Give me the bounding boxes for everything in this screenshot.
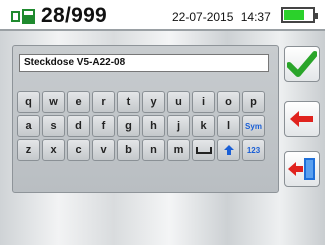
- text-input-field[interactable]: Steckdose V5-A22-08: [19, 54, 269, 72]
- confirm-button[interactable]: [284, 46, 320, 82]
- space-icon: [195, 147, 212, 154]
- key-shift[interactable]: [217, 139, 240, 161]
- key-e[interactable]: e: [67, 91, 90, 113]
- battery-fill: [284, 10, 304, 20]
- key-w[interactable]: w: [42, 91, 65, 113]
- status-bar: 28/999 22-07-2015 14:37: [0, 0, 325, 31]
- key-p[interactable]: p: [242, 91, 265, 113]
- key-y[interactable]: y: [142, 91, 165, 113]
- key-g[interactable]: g: [117, 115, 140, 137]
- key-a[interactable]: a: [17, 115, 40, 137]
- virtual-keyboard: qwertyuiop a s d f g h j k l Sym z x c v b n m 123: [17, 91, 275, 163]
- key-q[interactable]: q: [17, 91, 40, 113]
- key-o[interactable]: o: [217, 91, 240, 113]
- battery-tip: [315, 13, 318, 19]
- time-label: 14:37: [240, 10, 271, 24]
- shift-icon: [223, 145, 234, 155]
- key-r[interactable]: r: [92, 91, 115, 113]
- key-n[interactable]: n: [142, 139, 165, 161]
- datetime: 22-07-2015 14:37: [172, 10, 271, 24]
- key-v[interactable]: v: [92, 139, 115, 161]
- key-u[interactable]: u: [167, 91, 190, 113]
- key-space[interactable]: [192, 139, 215, 161]
- checkmark-icon: [287, 51, 317, 77]
- key-z[interactable]: z: [17, 139, 40, 161]
- keyboard-panel: Steckdose V5-A22-08 qwertyuiop asdfghjkl…: [12, 45, 279, 193]
- battery-indicator: [281, 7, 318, 23]
- back-button[interactable]: [284, 101, 320, 137]
- keyboard-row-1: qwertyuiop: [17, 91, 275, 113]
- memory-icon: [11, 9, 35, 24]
- date-label: 22-07-2015: [172, 10, 234, 24]
- exit-button[interactable]: [284, 151, 320, 187]
- key-c[interactable]: c: [67, 139, 90, 161]
- key-h[interactable]: h: [142, 115, 165, 137]
- keyboard-row-2: a s d f g h j k l Sym: [17, 115, 275, 137]
- left-arrow-icon: [290, 111, 313, 127]
- key-x[interactable]: x: [42, 139, 65, 161]
- key-m[interactable]: m: [167, 139, 190, 161]
- key-i[interactable]: i: [192, 91, 215, 113]
- memory-counter: 28/999: [41, 4, 108, 27]
- key-s[interactable]: s: [42, 115, 65, 137]
- key-numeric[interactable]: 123: [242, 139, 265, 161]
- key-symbols[interactable]: Sym: [242, 115, 265, 137]
- key-f[interactable]: f: [92, 115, 115, 137]
- key-d[interactable]: d: [67, 115, 90, 137]
- exit-door-icon: [288, 158, 315, 180]
- keyboard-row-3: z x c v b n m 123: [17, 139, 275, 161]
- key-j[interactable]: j: [167, 115, 190, 137]
- key-k[interactable]: k: [192, 115, 215, 137]
- key-t[interactable]: t: [117, 91, 140, 113]
- key-l[interactable]: l: [217, 115, 240, 137]
- key-b[interactable]: b: [117, 139, 140, 161]
